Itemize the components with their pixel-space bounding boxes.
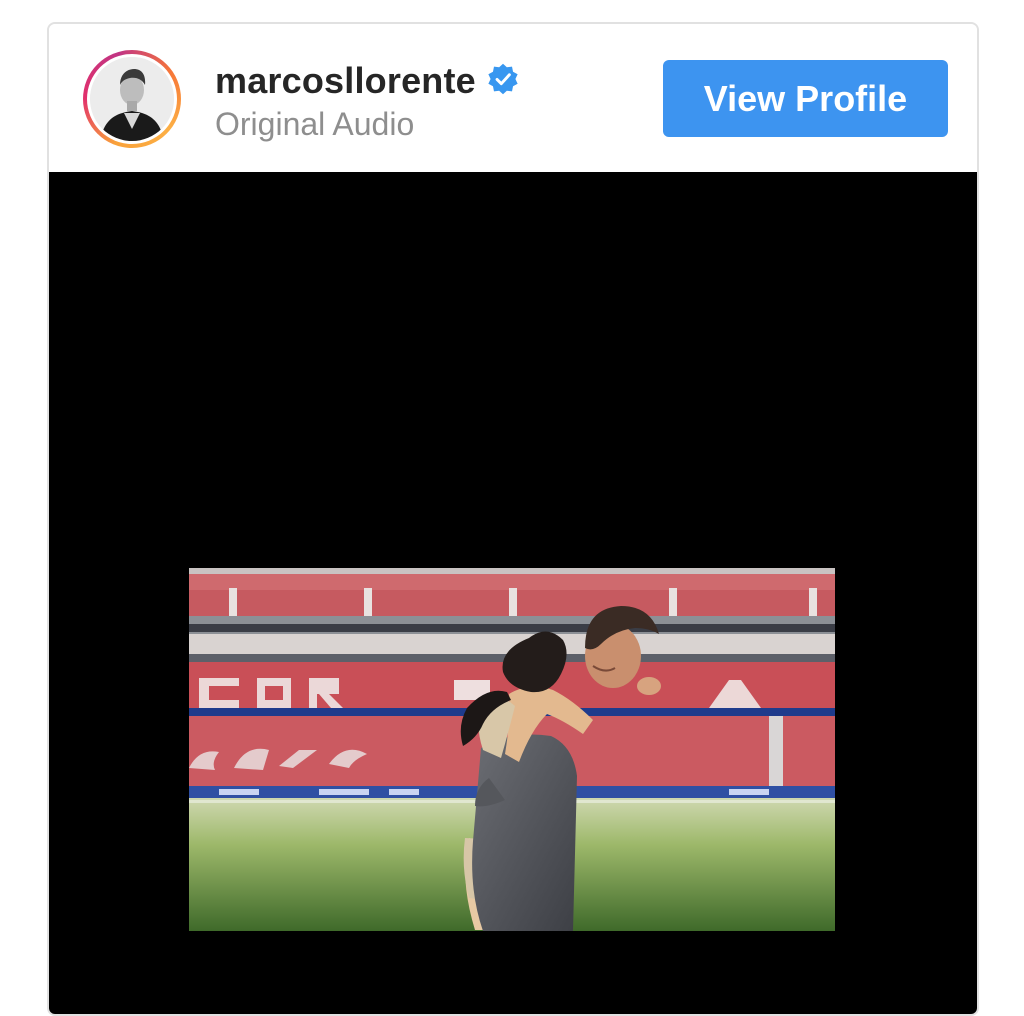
avatar-photo: [90, 57, 174, 141]
post-embed-card: marcosllorente Original Audio View Profi…: [47, 22, 979, 1016]
username[interactable]: marcosllorente: [215, 60, 476, 102]
view-profile-button[interactable]: View Profile: [663, 60, 948, 137]
username-row: marcosllorente: [215, 60, 520, 102]
video-player[interactable]: [49, 172, 977, 1014]
audio-label[interactable]: Original Audio: [215, 106, 414, 143]
video-frame: [189, 568, 835, 931]
profile-avatar[interactable]: [83, 50, 181, 148]
post-header: marcosllorente Original Audio View Profi…: [49, 24, 977, 172]
verified-badge-icon: [486, 62, 520, 101]
